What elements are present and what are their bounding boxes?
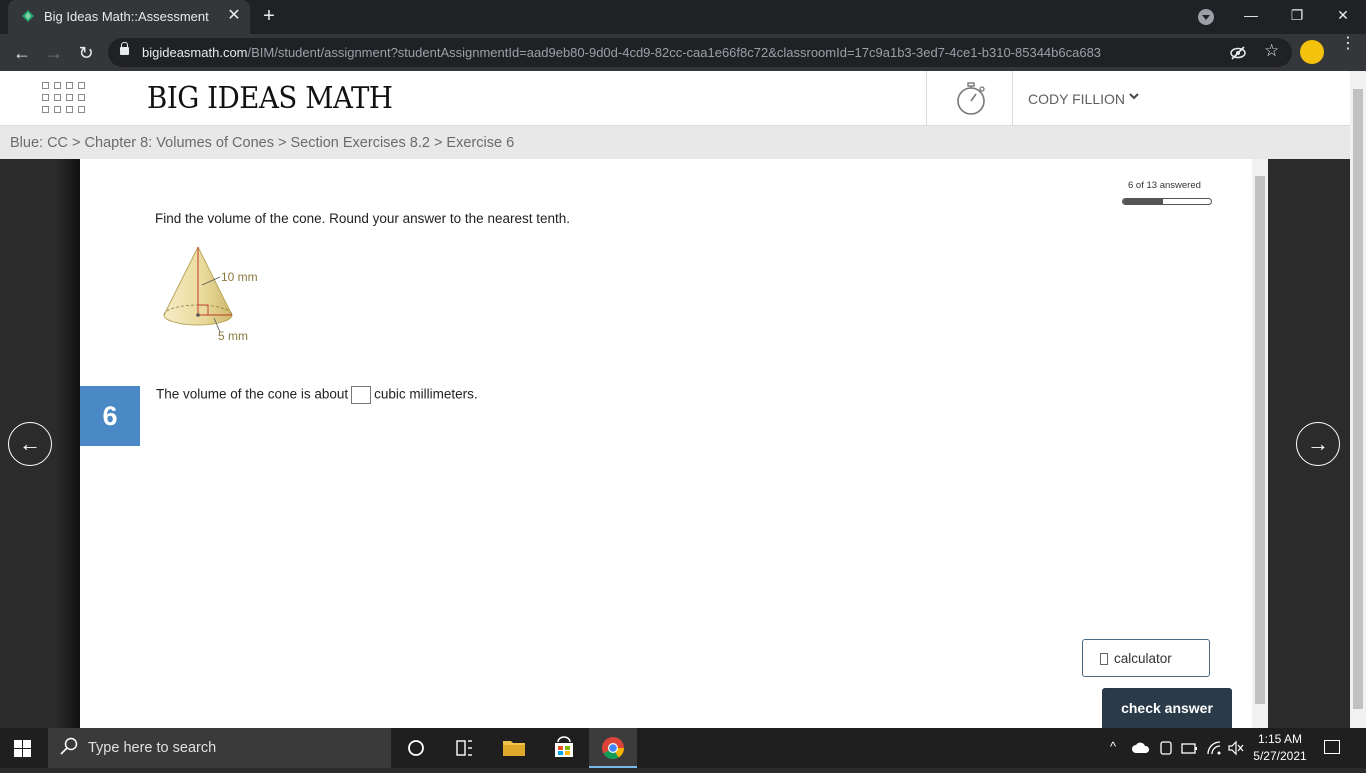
onedrive-cloud-icon[interactable] — [1131, 741, 1151, 755]
answer-suffix: cubic millimeters. — [374, 386, 478, 402]
calculator-button[interactable]: calculator — [1082, 639, 1210, 677]
check-answer-button[interactable]: check answer — [1102, 688, 1232, 728]
next-question-button[interactable]: → — [1296, 422, 1340, 466]
browser-menu-icon[interactable]: ⋮ — [1338, 36, 1358, 52]
windows-start-icon[interactable] — [14, 740, 31, 757]
content-scrollbar-thumb[interactable] — [1255, 176, 1265, 704]
wifi-icon[interactable] — [1206, 740, 1222, 756]
calculator-icon — [1100, 653, 1108, 665]
microsoft-store-icon[interactable] — [540, 728, 588, 768]
chevron-down-icon[interactable] — [1128, 90, 1140, 105]
calculator-label: calculator — [1114, 651, 1172, 666]
radius-label: 5 mm — [218, 329, 248, 343]
reload-button[interactable]: ↻ — [74, 41, 98, 65]
apps-grid-icon[interactable] — [42, 82, 86, 114]
url-host: bigideasmath.com — [142, 45, 248, 60]
browser-tab-bar: Big Ideas Math::Assessment ✕ + — ❐ ✕ — [0, 0, 1366, 34]
tab-close-icon[interactable]: ✕ — [224, 6, 244, 26]
question-text: Find the volume of the cone. Round your … — [155, 211, 570, 226]
chrome-taskbar-icon[interactable] — [589, 728, 637, 768]
restore-button[interactable]: ❐ — [1274, 0, 1320, 30]
device-icon[interactable] — [1158, 740, 1174, 756]
height-label: 10 mm — [221, 270, 258, 284]
page-scrollbar[interactable] — [1350, 71, 1366, 728]
lock-icon — [120, 42, 129, 55]
site-header: BIG IDEAS MATH CODY FILLION — [0, 71, 1350, 126]
browser-toolbar: ← → ↻ bigideasmath.com/BIM/student/assig… — [0, 34, 1366, 71]
big-ideas-favicon-icon — [22, 10, 34, 22]
cone-figure: 10 mm 5 mm — [163, 247, 258, 343]
forward-button[interactable]: → — [42, 41, 66, 65]
search-icon — [60, 737, 78, 755]
profile-avatar[interactable] — [1300, 40, 1324, 64]
notification-center-icon[interactable] — [1324, 740, 1340, 754]
progress-bar — [1122, 198, 1212, 205]
new-tab-button[interactable]: + — [258, 6, 280, 28]
assessment-content: 6 of 13 answered Find the volume of the … — [80, 159, 1252, 728]
progress-label: 6 of 13 answered — [1128, 180, 1201, 191]
answer-prefix: The volume of the cone is about — [156, 386, 349, 402]
web-page: BIG IDEAS MATH CODY FILLION Blue: CC > C… — [0, 71, 1366, 728]
clock-date: 5/27/2021 — [1253, 749, 1307, 763]
show-hidden-icons[interactable]: ^ — [1110, 739, 1116, 754]
eye-slash-icon[interactable] — [1230, 45, 1246, 61]
question-number-badge: 6 — [80, 386, 140, 446]
content-scrollbar[interactable] — [1252, 159, 1268, 728]
clock-time: 1:15 AM — [1257, 732, 1303, 746]
window-close-button[interactable]: ✕ — [1320, 0, 1366, 30]
user-name-menu[interactable]: CODY FILLION — [1028, 91, 1125, 107]
breadcrumb[interactable]: Blue: CC > Chapter 8: Volumes of Cones >… — [0, 126, 1350, 159]
tab-search-icon[interactable] — [1198, 9, 1214, 25]
minimize-button[interactable]: — — [1228, 0, 1274, 30]
right-nav-panel: → — [1268, 159, 1350, 728]
answer-sentence: The volume of the cone is about cubic mil… — [156, 386, 478, 404]
content-shadow — [56, 159, 80, 728]
volume-muted-icon[interactable] — [1227, 740, 1245, 756]
windows-taskbar: Type here to search ^ 1:15 AM 5/27/2021 — [0, 728, 1366, 768]
browser-tab[interactable]: Big Ideas Math::Assessment ✕ — [8, 0, 250, 34]
search-placeholder: Type here to search — [88, 740, 217, 756]
cortana-icon[interactable] — [392, 728, 440, 768]
previous-question-button[interactable]: ← — [8, 422, 52, 466]
big-ideas-math-logo[interactable]: BIG IDEAS MATH — [147, 81, 393, 116]
taskbar-search-box[interactable]: Type here to search — [48, 728, 391, 768]
stopwatch-icon[interactable] — [956, 81, 988, 117]
back-button[interactable]: ← — [10, 41, 34, 65]
header-divider — [926, 71, 927, 125]
file-explorer-icon[interactable] — [490, 728, 538, 768]
tab-title: Big Ideas Math::Assessment — [44, 9, 209, 24]
battery-icon[interactable] — [1181, 740, 1199, 756]
bookmark-star-icon[interactable]: ☆ — [1264, 41, 1279, 61]
task-view-icon[interactable] — [440, 728, 488, 768]
address-bar[interactable]: bigideasmath.com/BIM/student/assignment?… — [108, 38, 1292, 67]
volume-answer-input[interactable] — [351, 386, 372, 404]
progress-bar-fill — [1123, 199, 1164, 204]
page-scrollbar-thumb[interactable] — [1353, 89, 1363, 709]
url-text[interactable]: bigideasmath.com/BIM/student/assignment?… — [142, 45, 1101, 60]
system-clock[interactable]: 1:15 AM 5/27/2021 — [1250, 731, 1310, 765]
header-divider — [1012, 71, 1013, 125]
url-path: /BIM/student/assignment?studentAssignmen… — [247, 45, 1102, 60]
